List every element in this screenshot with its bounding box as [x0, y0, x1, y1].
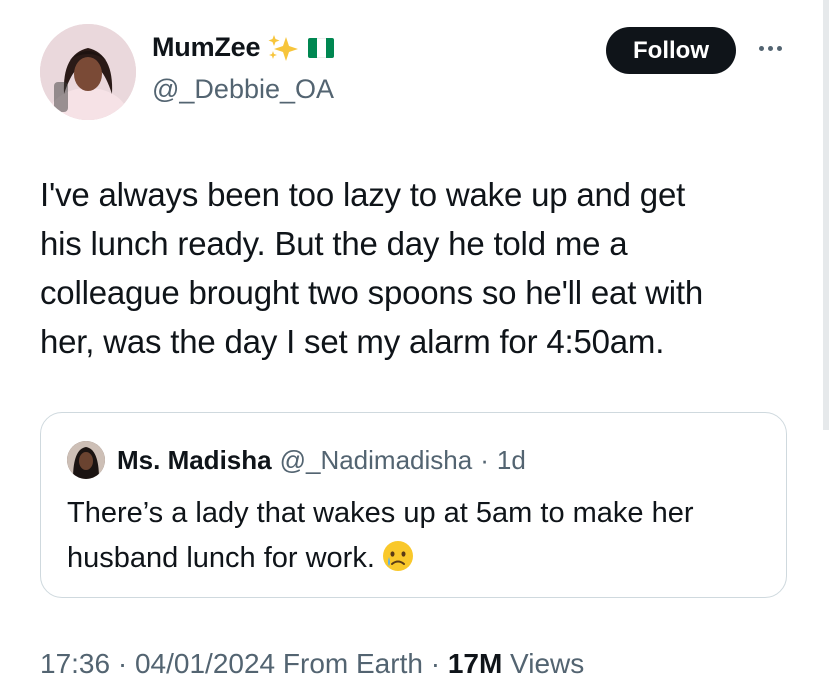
views-count: 17M	[447, 648, 503, 679]
quoted-author-handle[interactable]: @_Nadimadisha	[280, 445, 473, 476]
tweet-meta: 17:36 · 04/01/2024 From Earth · 17M View…	[40, 648, 584, 680]
tweet-text-line: colleague brought two spoons so he'll ea…	[40, 274, 704, 311]
scrollbar[interactable]	[823, 0, 829, 430]
meta-separator: ·	[422, 648, 448, 679]
author-avatar[interactable]	[40, 24, 136, 120]
author-display-name[interactable]: MumZee	[152, 32, 261, 63]
more-icon[interactable]	[752, 36, 788, 60]
tweet-card: MumZee @_Debbie_OA Follow I've always be…	[0, 0, 829, 694]
tweet-text-line: I've always been too lazy to wake up and…	[40, 176, 686, 213]
quoted-separator: ·	[480, 444, 489, 475]
tweet-date[interactable]: 04/01/2024	[135, 648, 275, 679]
quoted-author-name[interactable]: Ms. Madisha	[117, 445, 272, 476]
author-handle[interactable]: @_Debbie_OA	[152, 74, 334, 105]
quoted-text-line-2: husband lunch for work.	[67, 536, 767, 581]
tweet-text-line: her, was the day I set my alarm for 4:50…	[40, 323, 665, 360]
tweet-time[interactable]: 17:36	[40, 648, 110, 679]
quoted-tweet-header: Ms. Madisha @_Nadimadisha · 1d	[67, 441, 526, 479]
tweet-text-line: his lunch ready. But the day he told me …	[40, 225, 628, 262]
quoted-text-line: There’s a lady that wakes up at 5am to m…	[67, 497, 694, 529]
meta-separator: ·	[110, 648, 135, 679]
nigeria-flag-icon	[308, 37, 335, 58]
crying-face-emoji	[381, 539, 415, 573]
tweet-text: I've always been too lazy to wake up and…	[40, 170, 800, 366]
quoted-tweet-text: There’s a lady that wakes up at 5am to m…	[67, 491, 767, 581]
quoted-tweet[interactable]: Ms. Madisha @_Nadimadisha · 1d There’s a l…	[40, 412, 787, 598]
quoted-tweet-time[interactable]: 1d	[497, 445, 526, 476]
author-name-row: MumZee	[152, 32, 335, 63]
follow-button[interactable]: Follow	[606, 27, 736, 74]
views-label: Views	[502, 648, 585, 679]
sparkles-icon	[266, 33, 300, 63]
tweet-source: From Earth	[275, 648, 423, 679]
quoted-author-avatar[interactable]	[67, 441, 105, 479]
quoted-text-line-content: husband lunch for work.	[67, 542, 375, 574]
